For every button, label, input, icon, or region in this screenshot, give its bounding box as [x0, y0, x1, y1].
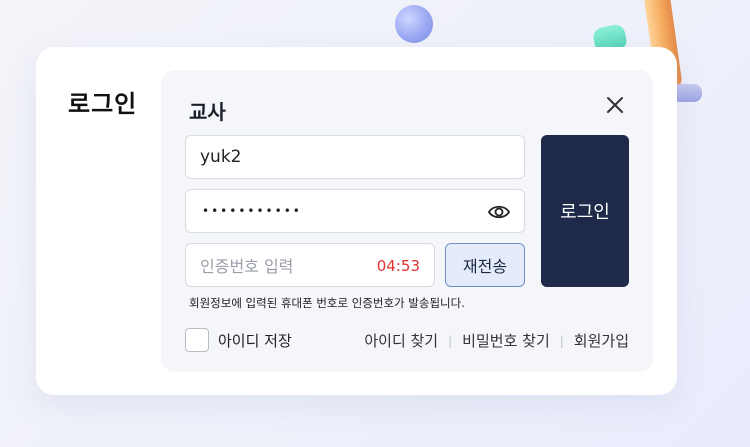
- verification-code-input[interactable]: 인증번호 입력 04:53: [185, 243, 435, 287]
- verification-notice: 회원정보에 입력된 휴대폰 번호로 인증번호가 발송됩니다.: [189, 296, 465, 310]
- eye-icon: [487, 205, 511, 219]
- resend-button[interactable]: 재전송: [445, 243, 525, 287]
- signup-link[interactable]: 회원가입: [574, 330, 629, 351]
- close-button[interactable]: [604, 94, 626, 116]
- find-password-link[interactable]: 비밀번호 찾기: [462, 330, 550, 351]
- save-id-label: 아이디 저장: [218, 332, 292, 350]
- account-links: 아이디 찾기 | 비밀번호 찾기 | 회원가입: [364, 330, 629, 351]
- link-divider: |: [448, 333, 453, 348]
- panel-title: 교사: [189, 100, 226, 124]
- verification-timer: 04:53: [376, 257, 420, 275]
- save-id-checkbox[interactable]: [185, 328, 209, 352]
- close-icon: [607, 97, 623, 113]
- decorative-sphere: [395, 5, 433, 43]
- password-value: •••••••••••: [202, 204, 302, 218]
- show-password-button[interactable]: [487, 202, 511, 222]
- id-value: yuk2: [200, 147, 242, 167]
- login-button[interactable]: 로그인: [541, 135, 629, 287]
- password-field[interactable]: •••••••••••: [185, 189, 525, 233]
- verification-code-placeholder: 인증번호 입력: [200, 257, 294, 276]
- link-divider: |: [559, 333, 564, 348]
- id-field[interactable]: yuk2: [185, 135, 525, 179]
- card-title: 로그인: [68, 90, 138, 118]
- find-id-link[interactable]: 아이디 찾기: [364, 330, 438, 351]
